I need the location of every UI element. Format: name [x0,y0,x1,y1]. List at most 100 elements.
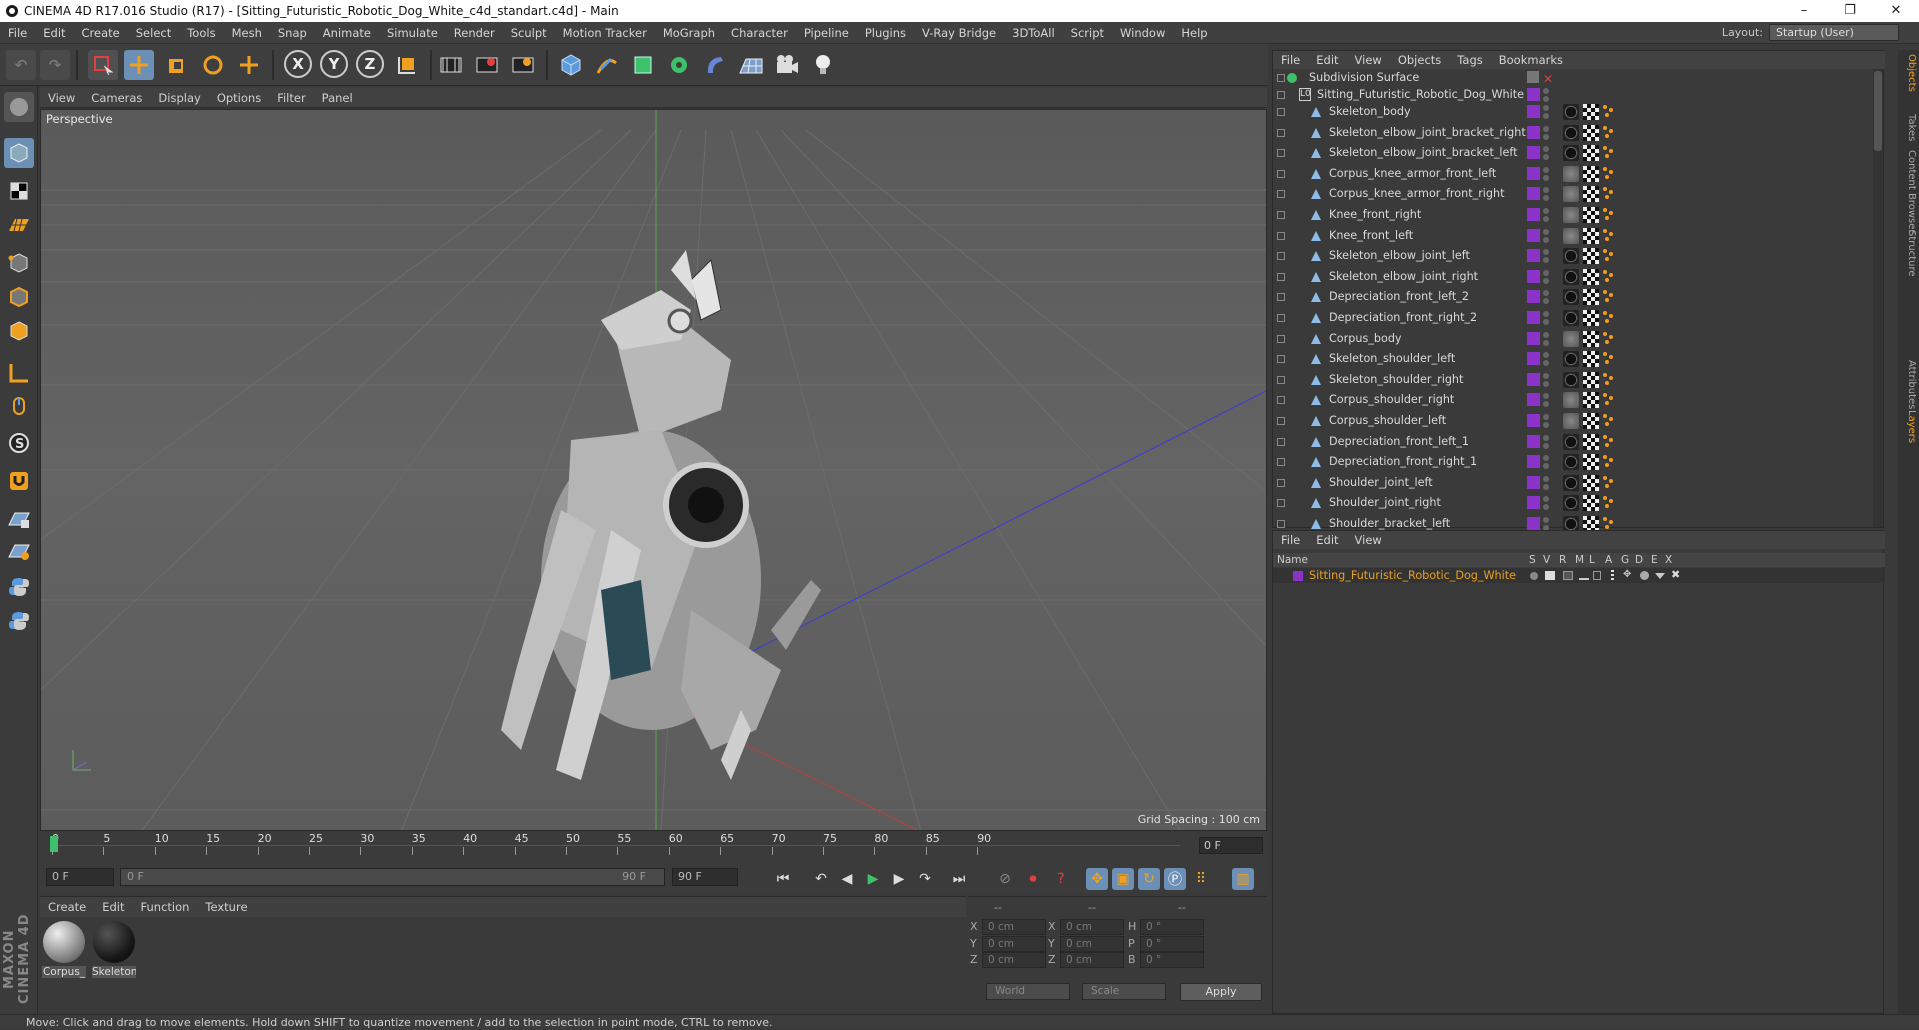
expand-toggle-icon[interactable] [1277,396,1285,405]
editor-visibility-dot[interactable] [1543,372,1549,379]
render-visibility-dot[interactable] [1543,463,1549,470]
layer-column-d[interactable]: D [1635,553,1643,567]
render-visibility-dot[interactable] [1543,154,1549,161]
axis-x-button[interactable]: X [284,50,312,78]
expand-toggle-icon[interactable] [1277,91,1285,99]
object-row[interactable]: Skeleton_elbow_joint_right [1273,267,1875,287]
layer-row[interactable]: Sitting_Futuristic_Robotic_Dog_White ✥ ✖ [1273,568,1885,583]
object-scrollbar[interactable] [1873,69,1883,527]
viewport-menu-panel[interactable]: Panel [314,91,361,105]
layer-tag[interactable] [1527,517,1540,530]
phong-tag-icon[interactable] [1603,146,1615,160]
rotate-tool-icon[interactable] [198,50,228,80]
object-menu-view[interactable]: View [1347,53,1390,67]
motion-record-icon[interactable]: ⊘ [994,868,1016,890]
uvw-tag-icon[interactable] [1583,413,1599,429]
object-row[interactable]: Skeleton_shoulder_right [1273,370,1875,390]
render-visibility-dot[interactable] [1543,319,1549,325]
xref-toggle[interactable]: ✖ [1671,569,1680,581]
menu-character[interactable]: Character [723,26,796,40]
phong-tag-icon[interactable] [1603,269,1615,284]
object-menu-tags[interactable]: Tags [1449,53,1490,67]
key-rotation-icon[interactable]: ↻ [1138,868,1160,890]
object-row[interactable]: Corpus_knee_armor_front_right [1273,184,1875,204]
render-visibility-dot[interactable] [1543,277,1549,284]
grid-lock-icon[interactable] [4,504,34,534]
material-tag-icon[interactable] [1563,330,1579,347]
coord-value-field[interactable]: 0 ° [1140,952,1204,968]
layer-tag[interactable] [1527,290,1540,304]
layer-menu-edit[interactable]: Edit [1308,533,1346,547]
layer-menu-file[interactable]: File [1273,533,1308,547]
side-tab-structure[interactable]: Structure [1900,230,1917,277]
expand-toggle-icon[interactable] [1277,458,1285,467]
floor-icon[interactable] [736,50,766,80]
close-button[interactable]: ✕ [1873,0,1919,22]
object-row[interactable]: Corpus_body [1273,329,1875,349]
material-tag-icon[interactable] [1563,454,1579,471]
menu-script[interactable]: Script [1063,26,1112,40]
material-tag-icon[interactable] [1563,268,1579,285]
menu-plugins[interactable]: Plugins [857,26,914,40]
tweak-mode-icon[interactable] [4,392,34,422]
menu-animate[interactable]: Animate [315,26,379,40]
subdivision-icon[interactable] [628,50,658,80]
uvw-tag-icon[interactable] [1583,104,1599,120]
editor-visibility-dot[interactable] [1543,393,1549,400]
editor-visibility-dot[interactable] [1543,228,1549,235]
layout-dropdown[interactable]: Startup (User) [1769,24,1899,41]
render-visibility-dot[interactable] [1543,113,1549,119]
coord-value-field[interactable]: 0 cm [982,935,1046,952]
menu-edit[interactable]: Edit [35,26,73,40]
points-mode-icon[interactable] [4,248,34,278]
layer-column-x[interactable]: X [1665,553,1672,567]
material-menu-create[interactable]: Create [40,900,94,914]
phong-tag-icon[interactable] [1603,372,1615,387]
spline-pen-icon[interactable] [592,50,622,80]
menu-sculpt[interactable]: Sculpt [503,26,555,40]
material-tag-icon[interactable] [1563,413,1579,429]
phong-tag-icon[interactable] [1603,290,1615,304]
material-tag-icon[interactable] [1563,392,1579,409]
render-visibility-dot[interactable] [1543,380,1549,387]
object-row[interactable]: Knee_front_left [1273,226,1875,246]
key-pla-icon[interactable]: ⠿ [1190,868,1212,890]
object-row[interactable]: Depreciation_front_right_1 [1273,452,1875,472]
phong-tag-icon[interactable] [1603,475,1615,490]
expand-toggle-icon[interactable] [1277,375,1285,384]
start-frame-field[interactable]: 0 F [46,868,114,886]
phong-tag-icon[interactable] [1603,434,1615,449]
phong-tag-icon[interactable] [1603,496,1615,510]
material-tag-icon[interactable] [1563,289,1579,306]
object-row[interactable]: Depreciation_front_left_2 [1273,287,1875,307]
phong-tag-icon[interactable] [1603,228,1615,243]
object-row[interactable]: Skeleton_body [1273,102,1875,122]
material-tag-icon[interactable] [1563,433,1579,450]
auto-key-icon[interactable]: ? [1050,868,1072,890]
layer-tag[interactable] [1527,372,1540,386]
coord-value-field[interactable]: 0 cm [1060,935,1124,952]
render-visibility-dot[interactable] [1543,504,1549,511]
maximize-button[interactable]: ❐ [1827,0,1873,22]
apply-button[interactable]: Apply [1180,983,1262,1001]
render-visibility-dot[interactable] [1543,133,1549,140]
grid-lock2-icon[interactable] [4,536,34,566]
layer-tag[interactable] [1527,434,1540,448]
menu-tools[interactable]: Tools [179,26,223,40]
editor-visibility-dot[interactable] [1543,166,1549,173]
phong-tag-icon[interactable] [1603,352,1615,366]
render-visibility-dot[interactable] [1543,216,1549,222]
material-menu-edit[interactable]: Edit [94,900,132,914]
coord-value-field[interactable]: 0 ° [1140,919,1204,935]
layer-tag[interactable] [1527,208,1540,221]
object-row[interactable]: Skeleton_elbow_joint_bracket_right [1273,123,1875,143]
editor-visibility-dot[interactable] [1543,311,1549,317]
playhead[interactable] [50,836,58,852]
layer-tag[interactable] [1527,475,1540,489]
material-tag-icon[interactable] [1563,495,1579,512]
prev-frame-icon[interactable]: ◀ [836,868,858,890]
uvw-tag-icon[interactable] [1583,207,1599,223]
uvw-tag-icon[interactable] [1583,474,1599,491]
transform-tool-icon[interactable] [234,50,264,80]
layer-tag[interactable] [1527,125,1540,139]
